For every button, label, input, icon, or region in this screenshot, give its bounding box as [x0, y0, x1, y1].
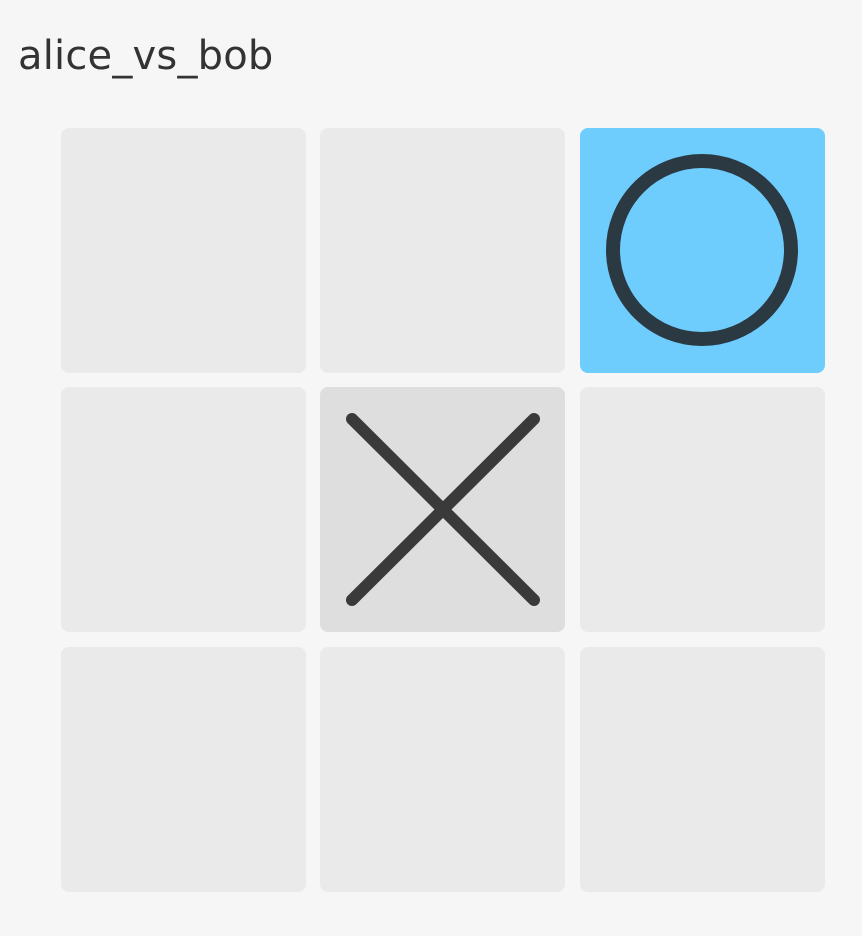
board-cell-3[interactable] — [580, 128, 825, 373]
board-cell-7[interactable] — [61, 647, 306, 892]
board-cell-5[interactable] — [320, 387, 565, 632]
x-mark-icon — [346, 413, 540, 606]
board-cell-9[interactable] — [580, 647, 825, 892]
game-board — [61, 128, 825, 892]
board-cell-6[interactable] — [580, 387, 825, 632]
board-cell-1[interactable] — [61, 128, 306, 373]
game-title: alice_vs_bob — [18, 33, 274, 79]
o-mark-icon — [606, 154, 798, 346]
board-cell-4[interactable] — [61, 387, 306, 632]
board-cell-2[interactable] — [320, 128, 565, 373]
board-cell-8[interactable] — [320, 647, 565, 892]
